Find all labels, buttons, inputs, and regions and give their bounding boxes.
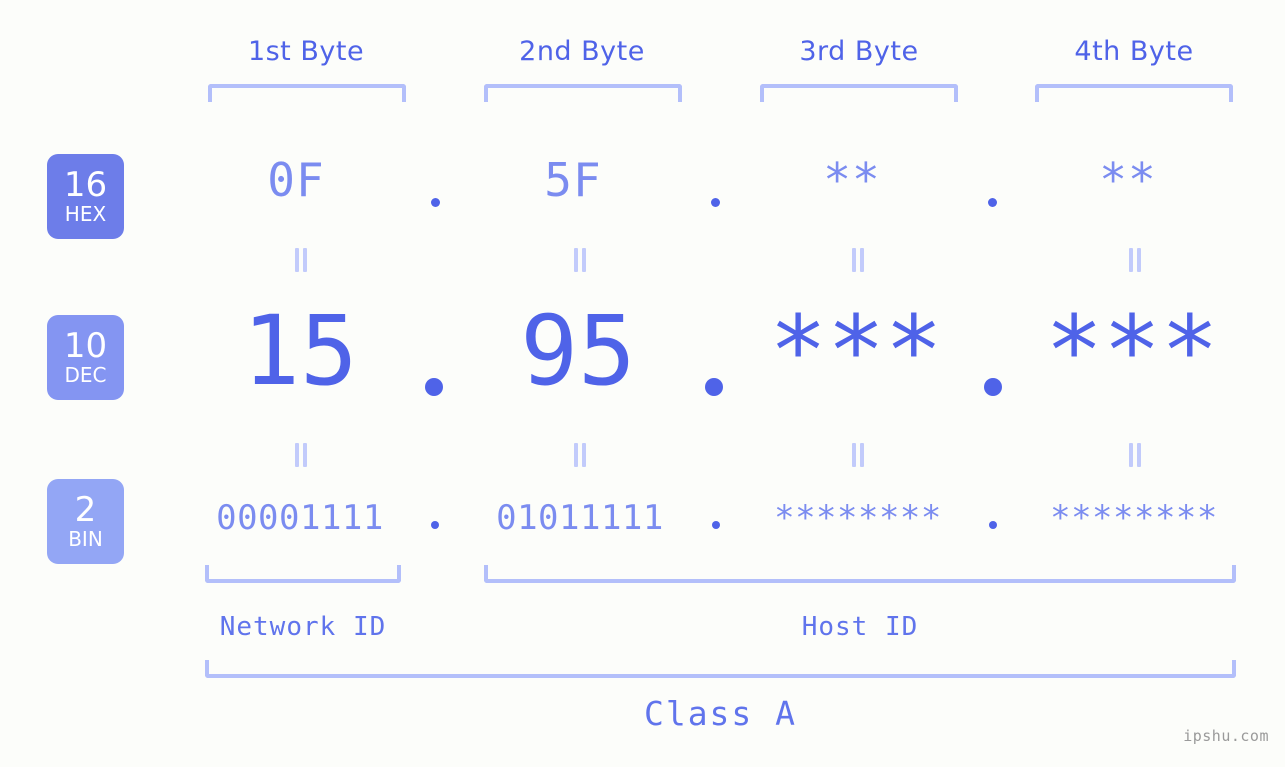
bin-byte-3-value: ******** (774, 498, 942, 538)
equals-icon-hex-dec-1 (294, 248, 308, 272)
byte-bracket-2 (484, 84, 682, 102)
byte-header-3: 3rd Byte (799, 36, 919, 67)
dec-separator-2 (705, 378, 723, 396)
byte-bracket-3 (760, 84, 958, 102)
hex-separator-1 (431, 198, 440, 207)
equals-icon-dec-bin-4 (1128, 443, 1142, 467)
byte-header-1: 1st Byte (247, 36, 365, 67)
radix-badge-bin: 2 BIN (47, 479, 124, 564)
byte-bracket-4 (1035, 84, 1233, 102)
hex-separator-2 (711, 198, 720, 207)
radix-badge-dec-name: DEC (64, 363, 107, 387)
bin-separator-2 (712, 521, 720, 529)
radix-badge-dec-number: 10 (63, 326, 108, 366)
dec-byte-3-value: *** (769, 295, 943, 407)
hex-separator-3 (988, 198, 997, 207)
class-label: Class A (643, 694, 798, 733)
radix-badge-hex-number: 16 (63, 165, 108, 205)
equals-icon-hex-dec-4 (1128, 248, 1142, 272)
byte-bracket-1 (208, 84, 406, 102)
hex-byte-2-value: 5F (544, 153, 602, 207)
watermark: ipshu.com (1183, 727, 1269, 745)
bin-byte-1-value: 00001111 (216, 498, 384, 538)
dec-separator-3 (984, 378, 1002, 396)
bin-separator-1 (431, 521, 439, 529)
bin-byte-2-value: 01011111 (496, 498, 664, 538)
network-id-label: Network ID (219, 612, 387, 642)
bin-byte-4-value: ******** (1050, 498, 1218, 538)
equals-icon-dec-bin-1 (294, 443, 308, 467)
radix-badge-bin-name: BIN (68, 527, 103, 551)
host-id-label: Host ID (801, 612, 919, 642)
hex-byte-1-value: 0F (267, 153, 325, 207)
byte-header-2: 2nd Byte (519, 36, 645, 67)
dec-byte-4-value: *** (1045, 295, 1219, 407)
ip-address-breakdown-diagram: 1st Byte 2nd Byte 3rd Byte 4th Byte 16 H… (0, 0, 1285, 767)
equals-icon-dec-bin-2 (573, 443, 587, 467)
radix-badge-dec: 10 DEC (47, 315, 124, 400)
network-id-bracket (205, 565, 401, 583)
equals-icon-hex-dec-2 (573, 248, 587, 272)
byte-header-4: 4th Byte (1074, 36, 1194, 67)
bin-separator-3 (989, 521, 997, 529)
radix-badge-bin-number: 2 (74, 490, 97, 530)
equals-icon-hex-dec-3 (851, 248, 865, 272)
radix-badge-hex-name: HEX (64, 202, 107, 226)
hex-byte-4-value: ** (1099, 153, 1157, 207)
dec-byte-2-value: 95 (520, 295, 636, 407)
dec-byte-1-value: 15 (242, 295, 358, 407)
radix-badge-hex: 16 HEX (47, 154, 124, 239)
class-bracket (205, 660, 1236, 678)
host-id-bracket (484, 565, 1236, 583)
equals-icon-dec-bin-3 (851, 443, 865, 467)
dec-separator-1 (425, 378, 443, 396)
hex-byte-3-value: ** (823, 153, 881, 207)
